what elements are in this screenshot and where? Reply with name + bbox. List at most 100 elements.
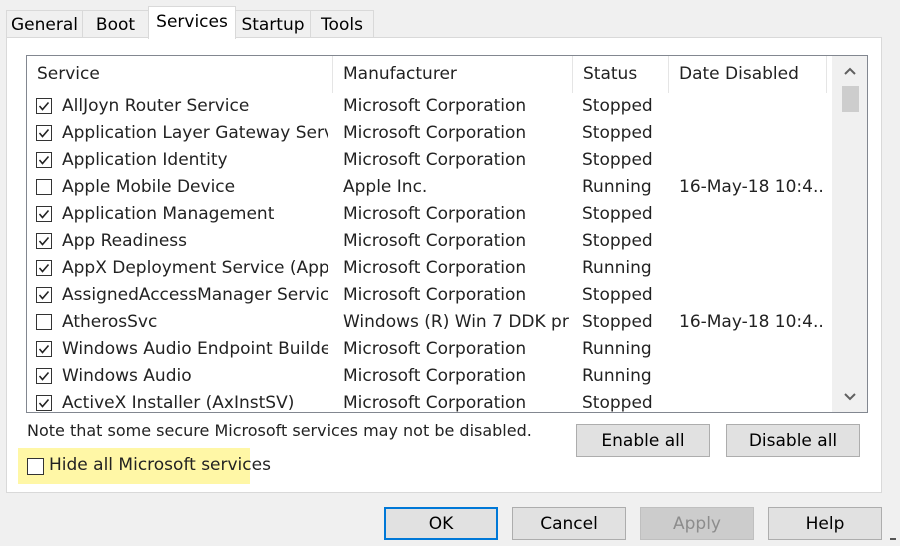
column-header-service[interactable]: Service bbox=[27, 56, 333, 93]
vertical-scrollbar[interactable] bbox=[832, 56, 867, 412]
resize-grip-icon bbox=[890, 538, 896, 540]
service-manufacturer: Windows (R) Win 7 DDK pr... bbox=[343, 312, 569, 332]
service-status: Stopped bbox=[582, 393, 653, 413]
table-row[interactable]: AppX Deployment Service (AppX... Microsof… bbox=[27, 255, 827, 282]
checkmark-icon bbox=[38, 236, 50, 246]
checkmark-icon bbox=[38, 398, 50, 408]
table-row[interactable]: AtherosSvc Windows (R) Win 7 DDK pr... Sto… bbox=[27, 309, 827, 336]
tab-strip: General Boot Services Startup Tools bbox=[6, 6, 886, 39]
service-date-disabled: 16-May-18 10:4... bbox=[679, 177, 825, 197]
services-panel: Service Manufacturer Status Date Disable… bbox=[6, 37, 882, 493]
service-name: App Readiness bbox=[62, 231, 188, 251]
checkmark-icon bbox=[38, 371, 50, 381]
hide-ms-services-checkbox[interactable] bbox=[27, 458, 44, 475]
service-date-disabled bbox=[679, 93, 825, 120]
service-name: AssignedAccessManager Service bbox=[62, 285, 328, 305]
service-manufacturer: Microsoft Corporation bbox=[343, 393, 527, 413]
service-name: Application Layer Gateway Service bbox=[62, 123, 328, 143]
service-date-disabled: 16-May-18 10:4... bbox=[679, 312, 825, 332]
service-status: Running bbox=[582, 177, 652, 197]
service-manufacturer: Microsoft Corporation bbox=[343, 258, 527, 278]
scrollbar-thumb[interactable] bbox=[842, 86, 859, 112]
service-checkbox[interactable] bbox=[36, 260, 52, 276]
service-status: Stopped bbox=[582, 123, 653, 143]
service-manufacturer: Microsoft Corporation bbox=[343, 339, 527, 359]
tab-boot[interactable]: Boot bbox=[82, 10, 149, 38]
service-name: AppX Deployment Service (AppX... bbox=[62, 258, 328, 278]
tab-startup[interactable]: Startup bbox=[235, 10, 311, 38]
service-checkbox[interactable] bbox=[36, 98, 52, 114]
service-manufacturer: Microsoft Corporation bbox=[343, 150, 527, 170]
service-checkbox[interactable] bbox=[36, 368, 52, 384]
list-header: Service Manufacturer Status Date Disable… bbox=[27, 56, 827, 93]
service-name: Application Identity bbox=[62, 150, 228, 170]
column-header-date-disabled[interactable]: Date Disabled bbox=[669, 56, 827, 93]
service-date-disabled bbox=[679, 228, 825, 255]
service-name: ActiveX Installer (AxInstSV) bbox=[62, 393, 295, 413]
table-row[interactable]: App Readiness Microsoft Corporation Stoppe… bbox=[27, 228, 827, 255]
table-row[interactable]: Windows Audio Endpoint Builder Microsoft … bbox=[27, 336, 827, 363]
service-checkbox[interactable] bbox=[36, 341, 52, 357]
table-row[interactable]: Windows Audio Microsoft Corporation Runnin… bbox=[27, 363, 827, 390]
checkmark-icon bbox=[38, 290, 50, 300]
service-manufacturer: Microsoft Corporation bbox=[343, 96, 527, 116]
help-button[interactable]: Help bbox=[768, 507, 882, 540]
table-row[interactable]: Application Layer Gateway Service Microso… bbox=[27, 120, 827, 147]
table-row[interactable]: AssignedAccessManager Service Microsoft C… bbox=[27, 282, 827, 309]
service-checkbox[interactable] bbox=[36, 125, 52, 141]
secure-services-note: Note that some secure Microsoft services… bbox=[27, 421, 532, 440]
cancel-button[interactable]: Cancel bbox=[512, 507, 626, 540]
service-date-disabled bbox=[679, 255, 825, 282]
services-list[interactable]: Service Manufacturer Status Date Disable… bbox=[26, 55, 868, 413]
service-name: Apple Mobile Device bbox=[62, 177, 236, 197]
ok-button[interactable]: OK bbox=[384, 507, 498, 540]
service-status: Stopped bbox=[582, 96, 653, 116]
service-status: Running bbox=[582, 366, 652, 386]
table-row[interactable]: AllJoyn Router Service Microsoft Corporat… bbox=[27, 93, 827, 120]
service-checkbox[interactable] bbox=[36, 314, 52, 330]
checkmark-icon bbox=[38, 263, 50, 273]
table-row[interactable]: Application Identity Microsoft Corporatio… bbox=[27, 147, 827, 174]
checkmark-icon bbox=[38, 155, 50, 165]
service-manufacturer: Microsoft Corporation bbox=[343, 231, 527, 251]
list-rows: AllJoyn Router Service Microsoft Corporat… bbox=[27, 93, 827, 413]
scroll-up-arrow-icon[interactable] bbox=[833, 56, 867, 86]
apply-button[interactable]: Apply bbox=[640, 507, 754, 540]
service-manufacturer: Apple Inc. bbox=[343, 177, 428, 197]
hide-ms-services-label[interactable]: Hide all Microsoft services bbox=[49, 455, 271, 475]
service-manufacturer: Microsoft Corporation bbox=[343, 366, 527, 386]
scroll-down-arrow-icon[interactable] bbox=[833, 382, 867, 412]
service-checkbox[interactable] bbox=[36, 233, 52, 249]
table-row[interactable]: Apple Mobile Device Apple Inc. Running 16-M… bbox=[27, 174, 827, 201]
column-header-manufacturer[interactable]: Manufacturer bbox=[333, 56, 573, 93]
tab-services[interactable]: Services bbox=[148, 6, 236, 39]
checkmark-icon bbox=[38, 344, 50, 354]
service-status: Running bbox=[582, 339, 652, 359]
table-row[interactable]: ActiveX Installer (AxInstSV) Microsoft Co… bbox=[27, 390, 827, 413]
service-date-disabled bbox=[679, 390, 825, 412]
service-name: Windows Audio bbox=[62, 366, 192, 386]
checkmark-icon bbox=[38, 128, 50, 138]
service-checkbox[interactable] bbox=[36, 395, 52, 411]
enable-all-button[interactable]: Enable all bbox=[576, 424, 710, 457]
service-checkbox[interactable] bbox=[36, 206, 52, 222]
service-status: Stopped bbox=[582, 204, 653, 224]
service-checkbox[interactable] bbox=[36, 152, 52, 168]
service-name: Application Management bbox=[62, 204, 275, 224]
checkmark-icon bbox=[38, 101, 50, 111]
column-header-status[interactable]: Status bbox=[573, 56, 669, 93]
service-status: Stopped bbox=[582, 312, 653, 332]
service-checkbox[interactable] bbox=[36, 179, 52, 195]
service-date-disabled bbox=[679, 282, 825, 309]
service-manufacturer: Microsoft Corporation bbox=[343, 204, 527, 224]
service-name: AtherosSvc bbox=[62, 312, 158, 332]
tab-general[interactable]: General bbox=[6, 10, 83, 38]
service-checkbox[interactable] bbox=[36, 287, 52, 303]
service-name: AllJoyn Router Service bbox=[62, 96, 250, 116]
service-date-disabled bbox=[679, 120, 825, 147]
table-row[interactable]: Application Management Microsoft Corporat… bbox=[27, 201, 827, 228]
disable-all-button[interactable]: Disable all bbox=[726, 424, 860, 457]
service-manufacturer: Microsoft Corporation bbox=[343, 285, 527, 305]
tab-tools[interactable]: Tools bbox=[310, 10, 374, 38]
service-status: Running bbox=[582, 258, 652, 278]
